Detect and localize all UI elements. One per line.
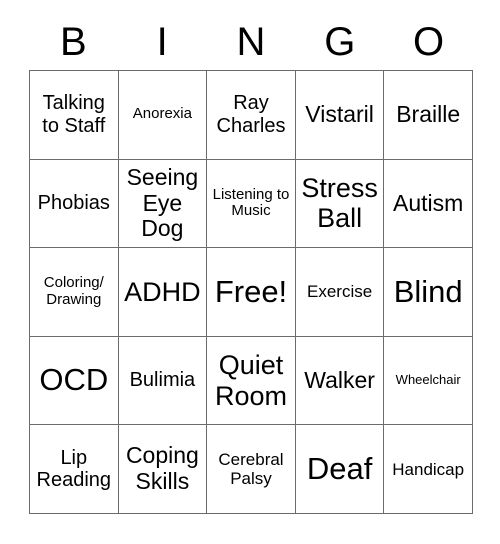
bingo-cell[interactable]: Vistaril — [295, 71, 385, 160]
bingo-cell[interactable]: Exercise — [295, 248, 385, 337]
bingo-cell-label: Anorexia — [132, 105, 192, 123]
bingo-cell-label: Braille — [396, 100, 461, 127]
bingo-cell[interactable]: Coloring/ Drawing — [30, 248, 119, 337]
bingo-cell[interactable]: Phobias — [30, 159, 119, 249]
bingo-header-row: B I N G O — [29, 14, 473, 70]
bingo-header-letter-i: I — [118, 14, 207, 70]
bingo-cell[interactable]: Stress Ball — [295, 159, 385, 249]
bingo-cell[interactable]: Cerebral Palsy — [207, 425, 296, 514]
bingo-cell[interactable]: OCD — [30, 336, 119, 426]
bingo-cell[interactable]: Blind — [384, 248, 473, 337]
bingo-cell-label: Quiet Room — [214, 350, 287, 411]
bingo-cell-label: Coping Skills — [125, 442, 199, 495]
bingo-cell[interactable]: Listening to Music — [207, 159, 296, 249]
bingo-cell[interactable]: ADHD — [118, 248, 208, 337]
bingo-cell-label: Lip Reading — [36, 446, 112, 492]
bingo-cell[interactable]: Walker — [295, 336, 385, 426]
bingo-cell[interactable]: Deaf — [295, 425, 385, 514]
bingo-cell[interactable]: Ray Charles — [207, 71, 296, 160]
bingo-cell[interactable]: Wheelchair — [384, 336, 473, 426]
bingo-cell-label: ADHD — [124, 276, 201, 307]
bingo-cell[interactable]: Braille — [384, 71, 473, 160]
bingo-cell[interactable]: Autism — [384, 159, 473, 249]
bingo-cell-free-space[interactable]: Free! — [207, 248, 296, 337]
bingo-header-letter-text: N — [236, 20, 266, 64]
bingo-cell-label: Stress Ball — [301, 173, 378, 234]
bingo-header-letter-o: O — [384, 14, 473, 70]
bingo-cell-label: Deaf — [306, 450, 373, 486]
bingo-cell-label: Blind — [393, 273, 463, 309]
bingo-header-letter-text: I — [156, 20, 168, 64]
bingo-cell-label: Autism — [393, 189, 464, 216]
bingo-cell-label: Phobias — [37, 192, 110, 215]
bingo-grid: Talking to Staff Anorexia Ray Charles Vi… — [29, 70, 473, 514]
bingo-cell[interactable]: Talking to Staff — [30, 71, 119, 160]
bingo-cell-label: Listening to Music — [212, 185, 290, 220]
bingo-cell[interactable]: Bulimia — [118, 336, 208, 426]
bingo-cell-label: Handicap — [392, 459, 465, 479]
bingo-header-letter-text: O — [413, 20, 445, 64]
bingo-cell-label: Wheelchair — [395, 372, 461, 388]
bingo-cell-label: Talking to Staff — [42, 92, 106, 137]
bingo-cell[interactable]: Seeing Eye Dog — [118, 159, 208, 249]
bingo-header-letter-g: G — [295, 14, 384, 70]
bingo-cell-label: OCD — [39, 362, 109, 398]
bingo-cell[interactable]: Handicap — [384, 425, 473, 514]
bingo-header-letter-text: G — [324, 20, 356, 64]
bingo-cell[interactable]: Quiet Room — [207, 336, 296, 426]
bingo-cell-label: Seeing Eye Dog — [126, 163, 199, 242]
bingo-cell-label: Cerebral Palsy — [218, 450, 284, 489]
bingo-card: B I N G O Talking to Staff Anorexia Ray … — [0, 0, 500, 544]
bingo-cell-label: Vistaril — [305, 100, 374, 127]
bingo-cell-label: Bulimia — [129, 369, 196, 392]
bingo-header-letter-b: B — [29, 14, 118, 70]
bingo-cell-label: Walker — [304, 366, 375, 393]
bingo-cell[interactable]: Lip Reading — [30, 425, 119, 514]
bingo-cell-label: Free! — [214, 273, 288, 309]
bingo-cell[interactable]: Anorexia — [118, 71, 208, 160]
bingo-cell-label: Exercise — [307, 282, 373, 302]
bingo-header-letter-text: B — [60, 20, 87, 64]
bingo-cell[interactable]: Coping Skills — [118, 425, 208, 514]
bingo-header-letter-n: N — [207, 14, 296, 70]
bingo-cell-label: Coloring/ Drawing — [43, 274, 104, 308]
bingo-cell-label: Ray Charles — [216, 92, 286, 137]
